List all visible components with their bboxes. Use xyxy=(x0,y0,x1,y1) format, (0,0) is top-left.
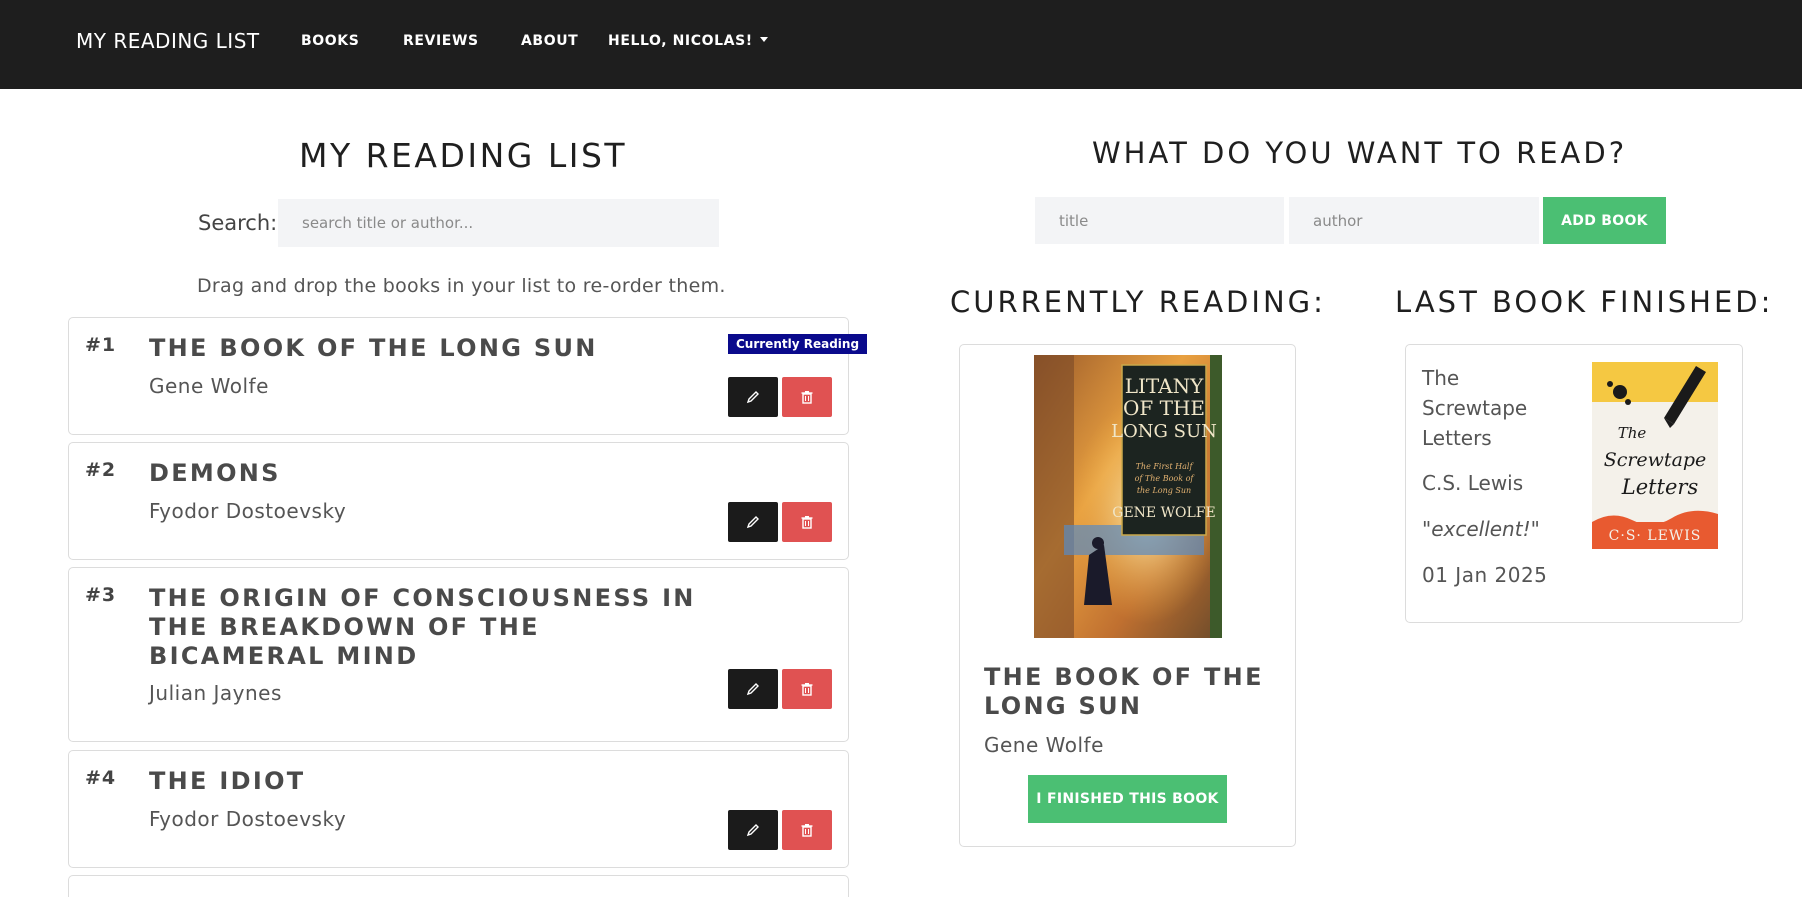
book-card[interactable]: #2 DEMONS Fyodor Dostoevsky xyxy=(68,442,849,560)
book-card[interactable] xyxy=(68,875,849,897)
finished-book-button[interactable]: I FINISHED THIS BOOK xyxy=(1028,775,1227,823)
reading-list-heading: MY READING LIST xyxy=(299,136,628,175)
book-author: Gene Wolfe xyxy=(149,374,269,398)
book-author: Fyodor Dostoevsky xyxy=(149,807,347,831)
nav-books[interactable]: BOOKS xyxy=(301,33,359,49)
edit-button[interactable] xyxy=(728,810,778,850)
title-input[interactable] xyxy=(1035,197,1284,244)
delete-button[interactable] xyxy=(782,810,832,850)
currently-reading-card: LITANY OF THE LONG SUN The First Half of… xyxy=(959,344,1296,847)
delete-button[interactable] xyxy=(782,502,832,542)
pencil-icon xyxy=(746,824,759,837)
nav-about[interactable]: ABOUT xyxy=(521,33,578,49)
last-book-review: "excellent!" xyxy=(1422,517,1540,541)
trash-icon xyxy=(801,683,813,696)
book-card[interactable]: #4 THE IDIOT Fyodor Dostoevsky xyxy=(68,750,849,868)
last-book-title: The Screwtape Letters xyxy=(1422,366,1528,450)
book-author: Julian Jaynes xyxy=(149,681,282,705)
svg-text:Screwtape: Screwtape xyxy=(1604,449,1707,471)
book-rank: #3 xyxy=(85,584,117,606)
edit-button[interactable] xyxy=(728,502,778,542)
current-book-title: THE BOOK OF THE LONG SUN xyxy=(984,663,1264,720)
svg-text:LONG SUN: LONG SUN xyxy=(1111,421,1217,442)
currently-reading-badge: Currently Reading xyxy=(728,334,868,354)
book-rank: #1 xyxy=(85,334,117,356)
svg-text:GENE WOLFE: GENE WOLFE xyxy=(1112,505,1215,521)
author-input[interactable] xyxy=(1289,197,1539,244)
book-title: DEMONS xyxy=(149,459,281,487)
svg-text:the Long Sun: the Long Sun xyxy=(1137,486,1191,495)
book-cover-image: The Screwtape Letters C·S· LEWIS xyxy=(1592,362,1718,549)
delete-button[interactable] xyxy=(782,669,832,709)
svg-text:LITANY: LITANY xyxy=(1125,374,1204,398)
book-author: Fyodor Dostoevsky xyxy=(149,499,347,523)
svg-text:OF THE: OF THE xyxy=(1123,396,1205,420)
svg-text:C·S· LEWIS: C·S· LEWIS xyxy=(1609,528,1702,544)
edit-button[interactable] xyxy=(728,377,778,417)
trash-icon xyxy=(801,516,813,529)
trash-icon xyxy=(801,391,813,404)
search-input[interactable] xyxy=(278,199,719,247)
brand-link[interactable]: MY READING LIST xyxy=(76,29,260,53)
book-rank: #4 xyxy=(85,767,117,789)
pencil-icon xyxy=(746,683,759,696)
delete-button[interactable] xyxy=(782,377,832,417)
add-book-heading: WHAT DO YOU WANT TO READ? xyxy=(1092,136,1628,170)
current-book-author: Gene Wolfe xyxy=(984,733,1104,757)
svg-text:of The Book of: of The Book of xyxy=(1135,474,1196,483)
nav-reviews[interactable]: REVIEWS xyxy=(403,33,479,49)
search-label: Search: xyxy=(198,211,278,235)
book-card[interactable]: #1 THE BOOK OF THE LONG SUN Gene Wolfe C… xyxy=(68,317,868,435)
svg-text:Letters: Letters xyxy=(1621,475,1699,499)
edit-button[interactable] xyxy=(728,669,778,709)
last-finished-card: The Screwtape Letters C.S. Lewis "excell… xyxy=(1405,344,1743,623)
user-dropdown[interactable]: HELLO, NICOLAS! xyxy=(608,33,768,49)
caret-down-icon xyxy=(759,36,768,42)
svg-text:The: The xyxy=(1618,424,1647,442)
pencil-icon xyxy=(746,516,759,529)
book-title: THE IDIOT xyxy=(149,767,306,795)
drag-hint: Drag and drop the books in your list to … xyxy=(197,275,726,297)
last-finished-heading: LAST BOOK FINISHED: xyxy=(1395,285,1774,319)
currently-reading-heading: CURRENTLY READING: xyxy=(950,285,1326,319)
pencil-icon xyxy=(746,391,759,404)
navbar: MY READING LIST BOOKS REVIEWS ABOUT HELL… xyxy=(0,0,1802,89)
last-book-author: C.S. Lewis xyxy=(1422,471,1524,495)
book-title: THE BOOK OF THE LONG SUN xyxy=(149,334,598,362)
book-rank: #2 xyxy=(85,459,117,481)
svg-text:The First Half: The First Half xyxy=(1136,462,1195,471)
book-title: THE ORIGIN OF CONSCIOUSNESS IN THE BREAK… xyxy=(149,584,696,670)
book-cover-image: LITANY OF THE LONG SUN The First Half of… xyxy=(1034,355,1222,638)
trash-icon xyxy=(801,824,813,837)
last-book-date: 01 Jan 2025 xyxy=(1422,563,1548,587)
add-book-button[interactable]: ADD BOOK xyxy=(1543,197,1666,244)
user-greeting: HELLO, NICOLAS! xyxy=(608,33,753,49)
book-card[interactable]: #3 THE ORIGIN OF CONSCIOUSNESS IN THE BR… xyxy=(68,567,849,742)
